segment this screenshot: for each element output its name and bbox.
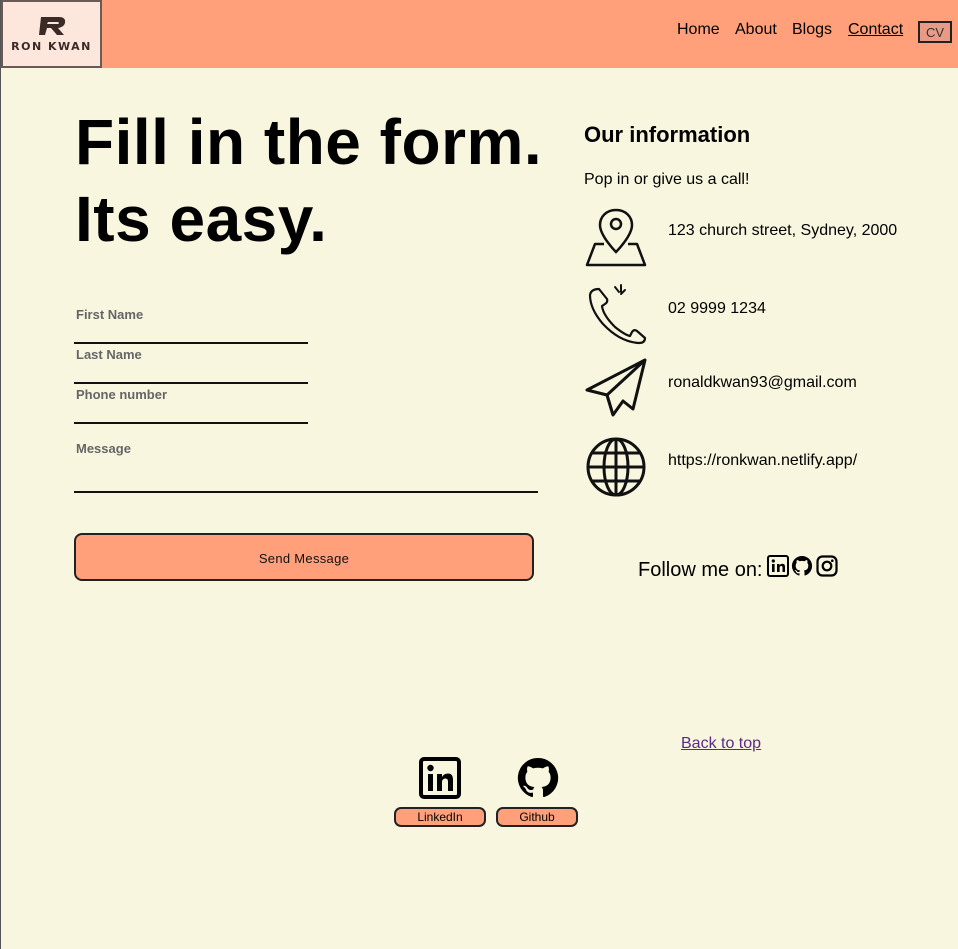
website-text[interactable]: https://ronkwan.netlify.app/ xyxy=(668,452,857,470)
cv-button[interactable]: CV xyxy=(918,21,952,43)
github-icon[interactable] xyxy=(791,555,813,577)
top-navbar: RON KWAN Home About Blogs Contact CV xyxy=(1,0,958,68)
info-title: Our information xyxy=(584,122,751,147)
logo[interactable]: RON KWAN xyxy=(1,0,102,68)
paper-plane-icon xyxy=(585,358,647,417)
last-name-label: Last Name xyxy=(76,347,142,362)
phone-input[interactable] xyxy=(74,422,308,424)
nav-contact-link[interactable]: Contact xyxy=(848,21,903,39)
first-name-label: First Name xyxy=(76,307,144,322)
logo-r-icon xyxy=(38,17,65,35)
heading-line-1: Fill in the form. xyxy=(75,106,543,178)
last-name-input[interactable] xyxy=(74,382,308,384)
logo-text: RON KWAN xyxy=(11,40,92,53)
message-label: Message xyxy=(76,441,131,456)
info-subtitle: Pop in or give us a call! xyxy=(584,171,750,188)
page-heading: Fill in the form. Its easy. xyxy=(75,104,555,258)
phone-text: 02 9999 1234 xyxy=(668,300,766,317)
globe-icon xyxy=(586,437,646,497)
footer-linkedin-icon[interactable] xyxy=(418,756,462,800)
instagram-icon[interactable] xyxy=(816,555,838,577)
linkedin-button[interactable]: LinkedIn xyxy=(394,807,486,827)
first-name-input[interactable] xyxy=(74,342,308,344)
follow-label: Follow me on: xyxy=(638,559,763,581)
phone-icon xyxy=(588,284,647,345)
back-to-top-link[interactable]: Back to top xyxy=(681,735,761,753)
footer-github-icon[interactable] xyxy=(516,756,560,800)
address-text: 123 church street, Sydney, 2000 xyxy=(668,222,898,239)
linkedin-icon[interactable] xyxy=(767,555,789,577)
email-text[interactable]: ronaldkwan93@gmail.com xyxy=(668,374,857,392)
send-message-button[interactable]: Send Message xyxy=(74,533,534,581)
location-map-icon xyxy=(585,208,647,267)
heading-line-2: Its easy. xyxy=(75,183,328,255)
nav-home-link[interactable]: Home xyxy=(677,21,720,39)
phone-label: Phone number xyxy=(76,387,168,402)
github-button[interactable]: Github xyxy=(496,807,578,827)
nav-about-link[interactable]: About xyxy=(735,21,777,39)
message-input[interactable] xyxy=(74,491,538,493)
nav-blogs-link[interactable]: Blogs xyxy=(792,21,832,39)
